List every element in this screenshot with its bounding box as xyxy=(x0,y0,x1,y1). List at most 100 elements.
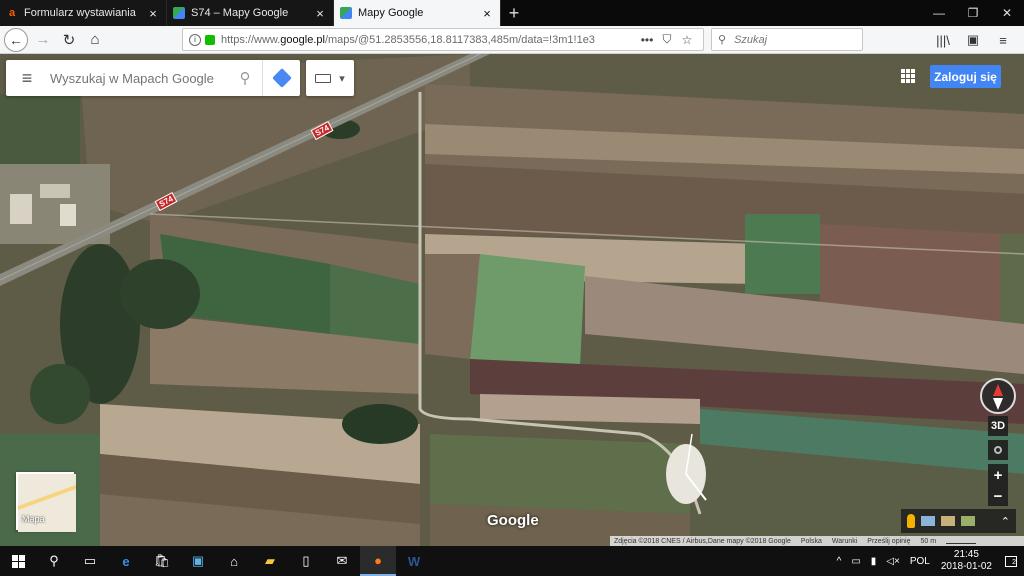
firefox-icon[interactable]: ● xyxy=(360,546,396,576)
keyboard-icon xyxy=(315,73,332,83)
edge-icon[interactable]: e xyxy=(108,546,144,576)
browser-search-input[interactable] xyxy=(732,32,843,47)
tab-allegro[interactable]: a Formularz wystawiania × xyxy=(0,0,167,26)
street-view-panel[interactable]: ⌃ xyxy=(901,509,1016,533)
clock-date: 2018-01-02 xyxy=(940,561,992,572)
search-icon: ⚲ xyxy=(718,34,727,46)
notification-count: 2 xyxy=(1005,555,1017,567)
imagery-thumb-icon[interactable] xyxy=(941,516,955,526)
back-button[interactable]: ← xyxy=(4,27,28,52)
chevron-up-icon[interactable]: ⌃ xyxy=(1001,515,1010,528)
notification-center-icon[interactable]: 2 xyxy=(998,546,1024,576)
scale-bar xyxy=(946,538,977,544)
layer-label: Mapa xyxy=(22,514,45,524)
library-icon[interactable]: |||\ xyxy=(930,27,956,53)
url-prefix: https://www. xyxy=(221,33,281,46)
minimize-icon[interactable]: — xyxy=(922,0,956,26)
more-icon[interactable]: ••• xyxy=(637,33,657,47)
input-tools-button[interactable]: ▾ xyxy=(306,60,354,96)
volume-icon[interactable]: ◁× xyxy=(881,556,905,567)
window-controls: — ❐ ✕ xyxy=(922,0,1024,26)
login-button[interactable]: Zaloguj się xyxy=(930,65,1001,88)
hamburger-menu-icon[interactable]: ≡ xyxy=(990,27,1016,53)
close-icon[interactable]: × xyxy=(146,6,160,21)
layer-switcher[interactable]: Mapa xyxy=(16,472,76,532)
google-maps-icon xyxy=(340,7,352,19)
allegro-icon: a xyxy=(8,7,16,19)
search-icon[interactable]: ⚲ xyxy=(36,546,72,576)
task-view-icon[interactable]: ▭ xyxy=(72,546,108,576)
zoom-out-button[interactable]: − xyxy=(988,486,1008,506)
system-tray: ^ ▭ ▮ ◁× POL 21:45 2018-01-02 2 xyxy=(832,546,1024,576)
location-icon xyxy=(994,446,1002,454)
directions-icon xyxy=(271,68,292,88)
taskbar: ⚲ ▭ e 🛍 ▣ ⌂ ▰ ▯ ✉ ● W ^ ▭ ▮ ◁× POL 21:45… xyxy=(0,546,1024,576)
browser-search-bar[interactable]: ⚲ xyxy=(711,28,863,51)
clock-time: 21:45 xyxy=(953,549,979,560)
reload-button[interactable]: ↻ xyxy=(56,27,82,53)
map-footer: Zdjęcia ©2018 CNES / Airbus,Dane mapy ©2… xyxy=(610,536,1024,546)
attribution-text: Zdjęcia ©2018 CNES / Airbus,Dane mapy ©2… xyxy=(614,537,791,545)
pocket-icon[interactable]: ⛉ xyxy=(657,32,677,47)
new-tab-button[interactable]: + xyxy=(501,0,527,26)
pegman-icon[interactable] xyxy=(907,514,915,528)
url-text[interactable]: https://www.google.pl/maps/@51.2853556,1… xyxy=(221,34,637,46)
restore-icon[interactable]: ❐ xyxy=(956,0,990,26)
3d-button[interactable]: 3D xyxy=(988,416,1008,436)
clock[interactable]: 21:45 2018-01-02 xyxy=(935,549,998,573)
dropdown-arrow-icon: ▾ xyxy=(339,72,345,85)
info-icon[interactable]: i xyxy=(189,33,201,46)
forward-button[interactable]: → xyxy=(30,27,56,53)
network-icon[interactable]: ▭ xyxy=(846,556,865,567)
search-icon[interactable]: ⚲ xyxy=(228,69,262,87)
terms-link[interactable]: Warunki xyxy=(832,538,857,545)
url-bar[interactable]: i https://www.google.pl/maps/@51.2853556… xyxy=(182,28,704,51)
close-icon[interactable]: × xyxy=(313,6,327,21)
menu-icon[interactable]: ≡ xyxy=(6,68,48,89)
tab-title: S74 – Mapy Google xyxy=(191,7,289,19)
imagery-thumb-icon[interactable] xyxy=(961,516,975,526)
tab-title: Formularz wystawiania xyxy=(24,7,136,19)
tab-maps-google[interactable]: Mapy Google × xyxy=(334,0,501,26)
maps-search-input[interactable] xyxy=(48,69,228,87)
google-logo: Google xyxy=(487,512,539,529)
windows-icon xyxy=(11,554,25,568)
home-icon[interactable]: ⌂ xyxy=(216,546,252,576)
my-location-button[interactable] xyxy=(988,440,1008,460)
mail-icon[interactable]: ✉ xyxy=(324,546,360,576)
url-domain: google.pl xyxy=(280,33,325,46)
url-path: /maps/@51.2853556,18.8117383,485m/data=!… xyxy=(324,33,595,46)
compass-needle-south xyxy=(993,398,1003,410)
file-explorer-icon[interactable]: ▰ xyxy=(252,546,288,576)
document-icon[interactable]: ▯ xyxy=(288,546,324,576)
language-indicator[interactable]: POL xyxy=(905,556,935,567)
tab-title: Mapy Google xyxy=(358,7,424,19)
compass-needle-north xyxy=(993,384,1003,396)
close-window-icon[interactable]: ✕ xyxy=(990,0,1024,26)
close-icon[interactable]: × xyxy=(480,6,494,21)
scale-label[interactable]: 50 m xyxy=(920,538,936,545)
feedback-link[interactable]: Prześlij opinię xyxy=(867,538,910,545)
home-button[interactable]: ⌂ xyxy=(82,27,108,53)
zoom-in-button[interactable]: + xyxy=(988,464,1008,486)
bookmark-star-icon[interactable]: ☆ xyxy=(677,33,697,47)
maps-search-box: ≡ ⚲ xyxy=(6,60,300,96)
google-maps-icon xyxy=(173,7,185,19)
monitor-icon[interactable]: ▣ xyxy=(180,546,216,576)
lock-icon[interactable] xyxy=(205,34,215,45)
store-icon[interactable]: 🛍 xyxy=(144,546,180,576)
chevron-up-icon[interactable]: ^ xyxy=(832,556,847,567)
word-icon[interactable]: W xyxy=(396,546,432,576)
satellite-imagery[interactable] xyxy=(0,54,1024,546)
tab-s74-maps[interactable]: S74 – Mapy Google × xyxy=(167,0,334,26)
satellite-map[interactable]: S74 S74 ≡ ⚲ ▾ Zaloguj się 3D + − Mapa Go… xyxy=(0,54,1024,546)
country-link[interactable]: Polska xyxy=(801,538,822,545)
google-apps-icon[interactable] xyxy=(901,69,915,83)
start-button[interactable] xyxy=(0,546,36,576)
sidebar-icon[interactable]: ▣ xyxy=(960,27,986,53)
directions-button[interactable] xyxy=(262,60,300,96)
tab-bar: a Formularz wystawiania × S74 – Mapy Goo… xyxy=(0,0,1024,26)
imagery-thumb-icon[interactable] xyxy=(921,516,935,526)
battery-icon[interactable]: ▮ xyxy=(866,556,882,567)
compass-icon[interactable] xyxy=(980,378,1016,414)
